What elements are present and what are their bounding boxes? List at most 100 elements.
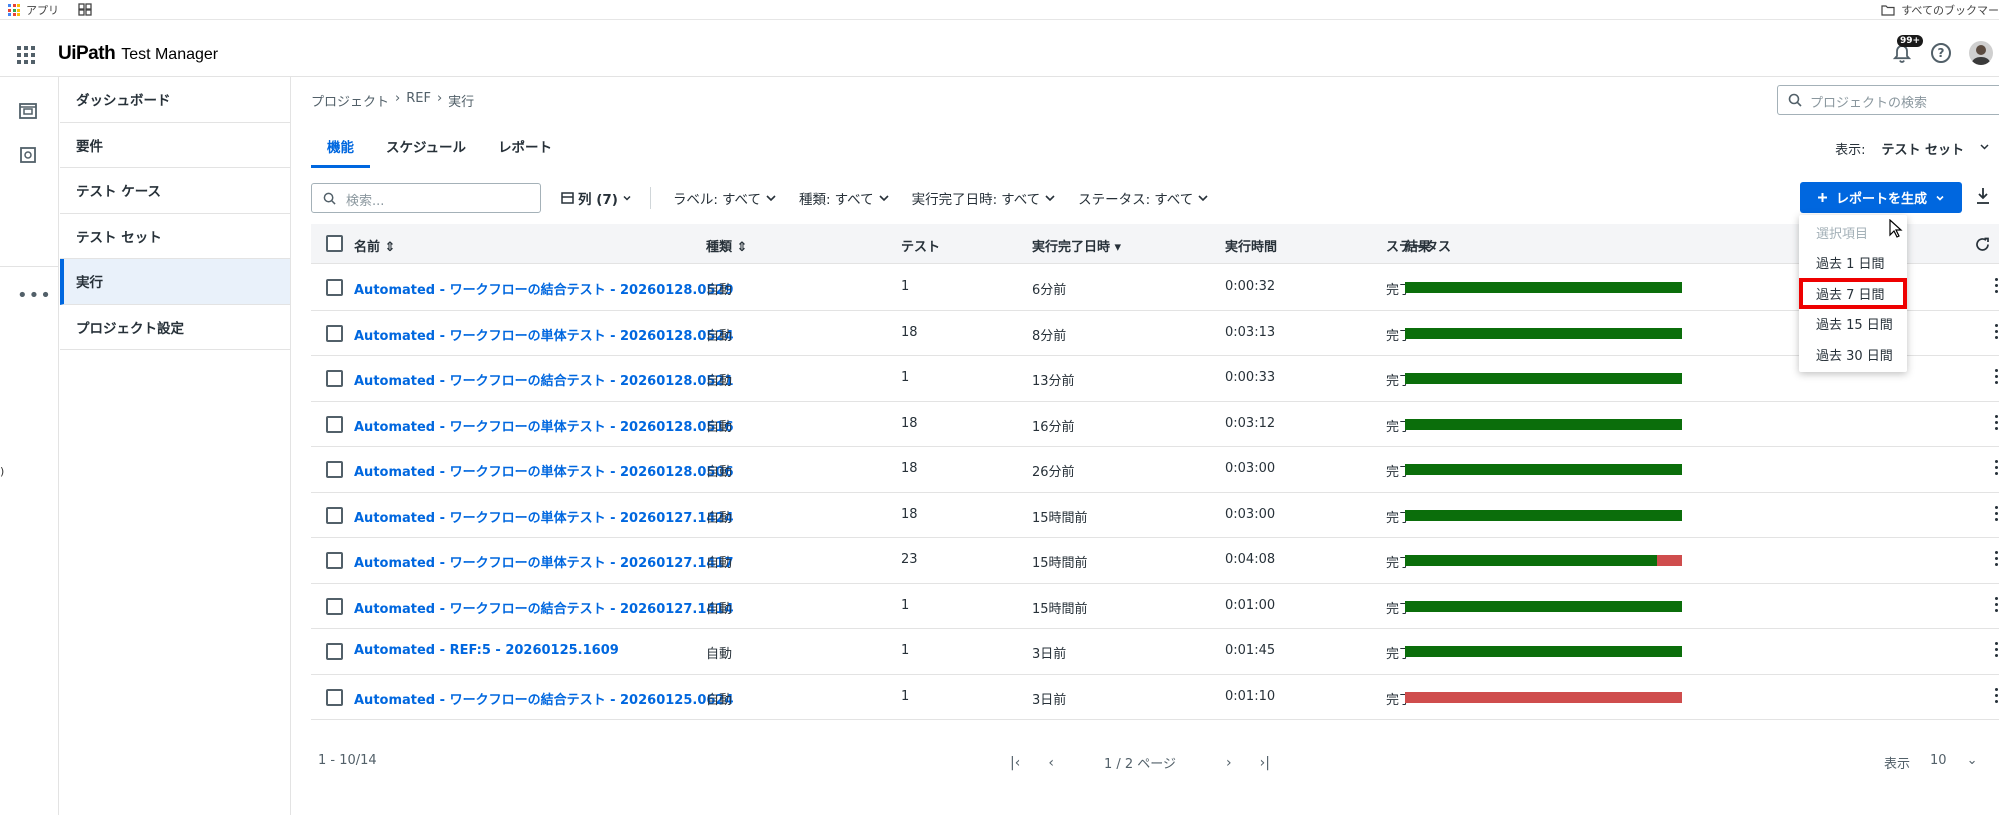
- main-content: プロジェクト › REF › 実行 プロジェクトの検索 機能 スケジュール レポ…: [292, 77, 1999, 815]
- menu-item-last-30-days[interactable]: 過去 30 日間: [1799, 339, 1907, 370]
- execution-name-link[interactable]: Automated - ワークフローの単体テスト - 20260128.0506: [354, 461, 734, 480]
- all-bookmarks[interactable]: すべてのブックマー: [1881, 2, 1999, 18]
- uipath-logo[interactable]: UiPath Test Manager: [58, 43, 218, 65]
- sidebar-item-project-settings[interactable]: プロジェクト設定: [60, 305, 290, 350]
- table-row[interactable]: Automated - ワークフローの単体テスト - 20260128.0516…: [311, 402, 1999, 447]
- table-row[interactable]: Automated - ワークフローの結合テスト - 20260127.1414…: [311, 584, 1999, 629]
- home-building-icon[interactable]: [18, 101, 38, 121]
- table-row[interactable]: Automated - REF:5 - 20260125.1609 自動 1 3日前 0…: [311, 629, 1999, 675]
- row-checkbox[interactable]: [326, 688, 343, 706]
- tile-grid-icon[interactable]: [78, 3, 92, 16]
- help-icon[interactable]: ?: [1931, 43, 1951, 63]
- menu-item-last-7-days[interactable]: 過去 7 日間: [1799, 278, 1907, 309]
- tab-features[interactable]: 機能: [311, 127, 370, 168]
- app-launcher-icon[interactable]: [17, 46, 35, 64]
- download-icon[interactable]: [1975, 187, 1991, 205]
- sidebar-item-requirements[interactable]: 要件: [60, 123, 290, 168]
- next-page-button[interactable]: ›: [1226, 755, 1232, 771]
- generate-report-button[interactable]: レポートを生成: [1800, 182, 1962, 213]
- execution-name-link[interactable]: Automated - ワークフローの単体テスト - 20260127.1424: [354, 507, 734, 526]
- execution-type: 自動: [706, 283, 733, 298]
- test-count: 18: [901, 461, 918, 476]
- table-row[interactable]: Automated - ワークフローの結合テスト - 20260128.0529…: [311, 265, 1999, 311]
- col-duration: 実行時間: [1225, 240, 1278, 255]
- notifications-button[interactable]: 99+: [1891, 35, 1924, 65]
- table-header: 名前 ⇕ 種類 ⇕ テスト 実行完了日時 ▾ 実行時間 ステータス 結果: [311, 224, 1999, 264]
- table-row[interactable]: Automated - ワークフローの単体テスト - 20260128.0506…: [311, 447, 1999, 493]
- first-page-button[interactable]: |‹: [1010, 755, 1020, 771]
- test-count: 1: [901, 279, 910, 294]
- row-menu-icon[interactable]: [1995, 505, 1999, 524]
- row-checkbox[interactable]: [326, 506, 343, 524]
- refresh-icon[interactable]: [1974, 236, 1991, 253]
- col-type[interactable]: 種類 ⇕: [706, 236, 747, 255]
- view-value: テスト セット: [1881, 143, 1964, 158]
- columns-button[interactable]: 列 (7): [561, 188, 632, 208]
- status-filter[interactable]: ステータス: すべて: [1078, 188, 1209, 208]
- test-count: 18: [901, 506, 918, 522]
- tab-reports[interactable]: レポート: [482, 127, 568, 168]
- execution-name-link[interactable]: Automated - ワークフローの単体テスト - 20260128.0516: [354, 416, 734, 435]
- view-selector[interactable]: 表示: テスト セット: [1835, 139, 1989, 158]
- execution-name-link[interactable]: Automated - ワークフローの結合テスト - 20260125.0624: [354, 689, 734, 708]
- finished-date-filter[interactable]: 実行完了日時: すべて: [912, 188, 1057, 208]
- test-count: 1: [901, 597, 910, 613]
- row-menu-icon[interactable]: [1995, 369, 1999, 387]
- result-bar: [1405, 282, 1682, 293]
- prev-page-button[interactable]: ‹: [1048, 755, 1054, 771]
- row-menu-icon[interactable]: [1995, 596, 1999, 615]
- row-checkbox[interactable]: [326, 552, 343, 569]
- sidebar-item-execution[interactable]: 実行: [60, 259, 290, 305]
- table-row[interactable]: Automated - ワークフローの単体テスト - 20260127.1424…: [311, 493, 1999, 538]
- row-checkbox[interactable]: [326, 324, 343, 342]
- row-menu-icon[interactable]: [1995, 642, 1999, 660]
- row-menu-icon[interactable]: [1995, 278, 1999, 296]
- row-checkbox[interactable]: [326, 461, 343, 478]
- execution-name-link[interactable]: Automated - ワークフローの結合テスト - 20260128.0529: [354, 279, 734, 298]
- table-row[interactable]: Automated - ワークフローの単体テスト - 20260127.1417…: [311, 538, 1999, 584]
- row-checkbox[interactable]: [326, 370, 343, 387]
- table-row[interactable]: Automated - ワークフローの単体テスト - 20260128.0524…: [311, 311, 1999, 356]
- row-menu-icon[interactable]: [1995, 460, 1999, 478]
- execution-name-link[interactable]: Automated - ワークフローの結合テスト - 20260128.0521: [354, 370, 734, 389]
- search-placeholder: 検索...: [346, 194, 385, 209]
- sidebar-item-test-sets[interactable]: テスト セット: [60, 214, 290, 259]
- table-row[interactable]: Automated - ワークフローの結合テスト - 20260128.0521…: [311, 356, 1999, 402]
- last-page-button[interactable]: ›|: [1260, 755, 1270, 771]
- row-menu-icon[interactable]: [1995, 414, 1999, 433]
- sidebar-item-dashboard[interactable]: ダッシュボード: [60, 77, 290, 123]
- row-menu-icon[interactable]: [1995, 551, 1999, 569]
- type-filter[interactable]: 種類: すべて: [799, 188, 890, 208]
- avatar[interactable]: [1969, 41, 1993, 65]
- row-checkbox[interactable]: [326, 597, 343, 615]
- row-checkbox[interactable]: [326, 643, 343, 660]
- project-search-input[interactable]: プロジェクトの検索: [1777, 85, 1999, 115]
- duration: 0:01:00: [1225, 597, 1276, 613]
- execution-name-link[interactable]: Automated - REF:5 - 20260125.1609: [354, 643, 619, 658]
- menu-item-last-15-days[interactable]: 過去 15 日間: [1799, 309, 1907, 340]
- label-filter[interactable]: ラベル: すべて: [673, 188, 777, 208]
- col-name[interactable]: 名前 ⇕: [354, 236, 395, 255]
- row-checkbox[interactable]: [326, 415, 343, 433]
- breadcrumb-project[interactable]: REF: [406, 91, 431, 110]
- bookmark-apps[interactable]: アプリ: [8, 2, 59, 18]
- sidebar-item-test-cases[interactable]: テスト ケース: [60, 168, 290, 214]
- row-menu-icon[interactable]: [1995, 323, 1999, 342]
- page-size-selector[interactable]: 表示 10 ⌄: [1884, 753, 1977, 772]
- row-menu-icon[interactable]: [1995, 687, 1999, 706]
- more-icon[interactable]: •••: [17, 285, 52, 306]
- select-all-checkbox[interactable]: [326, 235, 343, 252]
- execution-name-link[interactable]: Automated - ワークフローの結合テスト - 20260127.1414: [354, 598, 734, 617]
- status-filter-value: すべて: [1154, 192, 1194, 208]
- menu-item-last-1-day[interactable]: 過去 1 日間: [1799, 248, 1907, 279]
- search-input[interactable]: 検索...: [311, 183, 541, 213]
- table-row[interactable]: Automated - ワークフローの結合テスト - 20260125.0624…: [311, 675, 1999, 720]
- row-checkbox[interactable]: [326, 279, 343, 296]
- execution-name-link[interactable]: Automated - ワークフローの単体テスト - 20260127.1417: [354, 552, 734, 571]
- execution-name-link[interactable]: Automated - ワークフローの単体テスト - 20260128.0524: [354, 325, 734, 344]
- test-target-icon[interactable]: [18, 145, 38, 165]
- col-finished[interactable]: 実行完了日時 ▾: [1032, 236, 1121, 255]
- tab-schedule[interactable]: スケジュール: [370, 127, 482, 168]
- breadcrumb-projects[interactable]: プロジェクト: [311, 91, 389, 110]
- apps-label: アプリ: [26, 4, 59, 17]
